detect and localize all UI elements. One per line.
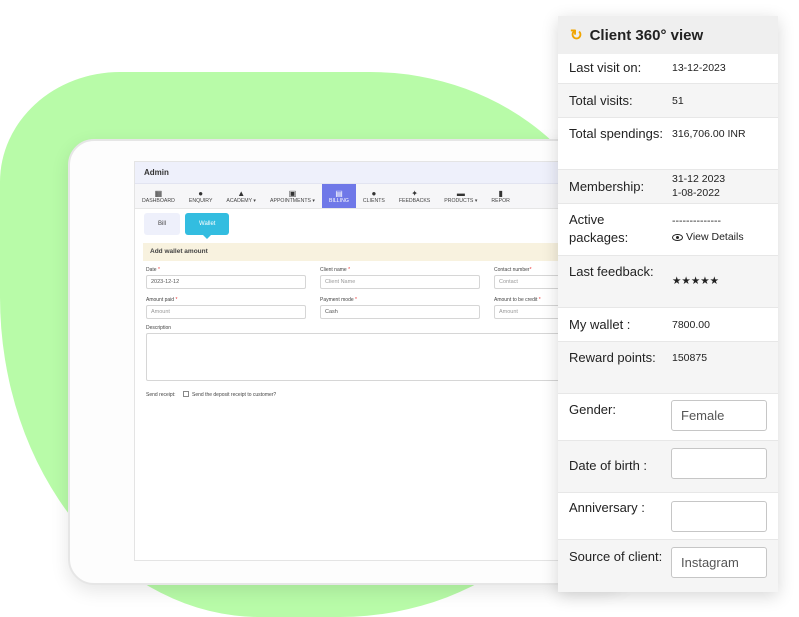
graduation-cap-icon: ▲ — [237, 188, 246, 198]
menu-label: PRODUCTS ▾ — [444, 197, 478, 204]
row-last-visit: Last visit on: 13-12-2023 — [558, 54, 778, 84]
calendar-icon: ▣ — [288, 188, 297, 198]
row-active-packages: Active packages: -------------- View Det… — [558, 204, 778, 256]
row-membership: Membership: 31-12 2023 1-08-2022 — [558, 170, 778, 204]
date-label: Date * — [146, 267, 160, 273]
amount-credit-label: Amount to be credit * — [494, 297, 541, 303]
menu-label: ENQUIRY — [188, 197, 213, 204]
admin-header: Admin — [135, 162, 603, 184]
card-header: ↻ Client 360° view — [558, 16, 778, 54]
menu-billing[interactable]: ▤ BILLING — [322, 184, 356, 208]
last-visit-label: Last visit on: — [569, 60, 642, 75]
anniversary-field[interactable] — [671, 501, 767, 532]
tab-bill[interactable]: Bill — [144, 213, 181, 235]
tab-wallet[interactable]: Wallet — [185, 213, 230, 239]
feedback-stars: ★★★★★ — [672, 275, 720, 287]
menu-enquiry[interactable]: ● ENQUIRY — [182, 184, 220, 208]
reward-points-label: Reward points: — [569, 350, 656, 365]
membership-value-1: 31-12 2023 — [672, 173, 726, 185]
menu-clients[interactable]: ● CLIENTS — [356, 184, 392, 208]
reward-points-value: 150875 — [672, 352, 708, 364]
gender-label: Gender: — [569, 402, 616, 417]
amount-paid-label: Amount paid * — [146, 297, 178, 303]
client-360-card: ↻ Client 360° view Last visit on: 13-12-… — [558, 16, 778, 592]
menu-label: REPOR — [491, 197, 510, 204]
dob-label: Date of birth : — [569, 458, 648, 473]
active-packages-value: -------------- — [672, 215, 721, 227]
feedback-icon: ✦ — [411, 188, 418, 198]
client-name-input[interactable]: Client Name — [320, 275, 480, 289]
source-field[interactable]: Instagram — [671, 547, 767, 578]
row-total-visits: Total visits: 51 — [558, 84, 778, 118]
amount-paid-input[interactable]: Amount — [146, 305, 306, 319]
menu-academy[interactable]: ▲ ACADEMY ▾ — [219, 184, 263, 208]
main-menu: ▦ DASHBOARD ● ENQUIRY ▲ ACADEMY ▾ ▣ APPOINTM… — [135, 184, 603, 209]
menu-products[interactable]: ▬ PRODUCTS ▾ — [437, 184, 484, 208]
total-spendings-value: 316,706.00 INR — [672, 128, 746, 140]
send-receipt-label: Send receipt: — [146, 392, 176, 398]
row-anniversary: Anniversary : — [558, 493, 778, 540]
anniversary-label: Anniversary : — [569, 500, 645, 515]
menu-label: DASHBOARD — [142, 197, 175, 204]
view-details-label: View Details — [686, 231, 744, 243]
source-label: Source of client: — [569, 549, 663, 564]
active-packages-label: Active packages: — [569, 212, 629, 245]
my-wallet-label: My wallet : — [569, 317, 631, 332]
billing-screen: Admin ▦ DASHBOARD ● ENQUIRY ▲ ACADEMY ▾ ▣ AP… — [134, 161, 604, 561]
menu-label: BILLING — [329, 197, 349, 204]
products-icon: ▬ — [456, 188, 465, 198]
panel-title: Add wallet amount — [143, 243, 595, 261]
last-feedback-label: Last feedback: — [569, 264, 654, 279]
row-total-spendings: Total spendings: 316,706.00 INR — [558, 118, 778, 170]
stage: Admin ▦ DASHBOARD ● ENQUIRY ▲ ACADEMY ▾ ▣ AP… — [0, 0, 799, 617]
view-details-link[interactable]: View Details — [672, 230, 744, 244]
card-title: Client 360° view — [589, 26, 704, 44]
billing-subtabs: Bill Wallet — [135, 209, 603, 239]
my-wallet-value: 7800.00 — [672, 319, 710, 331]
menu-label: ACADEMY ▾ — [226, 197, 257, 204]
menu-reports[interactable]: ▮ REPOR — [484, 184, 516, 208]
receipt-icon: ▤ — [335, 188, 343, 198]
menu-appointments[interactable]: ▣ APPOINTMENTS ▾ — [263, 184, 322, 208]
gender-field[interactable]: Female — [671, 400, 767, 431]
menu-label: FEEDBACKS — [398, 197, 431, 204]
eye-icon — [672, 233, 683, 241]
description-label: Description — [146, 325, 172, 331]
row-reward-points: Reward points: 150875 — [558, 342, 778, 394]
dob-field[interactable] — [671, 448, 767, 479]
membership-value-2: 1-08-2022 — [672, 187, 720, 199]
menu-dashboard[interactable]: ▦ DASHBOARD — [135, 184, 182, 208]
row-gender: Gender: Female — [558, 394, 778, 441]
payment-mode-select[interactable]: Cash — [320, 305, 480, 319]
row-my-wallet: My wallet : 7800.00 — [558, 308, 778, 342]
row-last-feedback: Last feedback: ★★★★★ — [558, 256, 778, 308]
total-spendings-label: Total spendings: — [569, 126, 663, 141]
wallet-form: Date * 2023-12-12 Client name * Client N… — [135, 261, 603, 421]
total-visits-label: Total visits: — [569, 93, 633, 108]
row-dob: Date of birth : — [558, 441, 778, 493]
menu-feedbacks[interactable]: ✦ FEEDBACKS — [392, 184, 437, 208]
client-name-label: Client name * — [320, 267, 351, 273]
reports-icon: ▮ — [498, 188, 503, 198]
date-input[interactable]: 2023-12-12 — [146, 275, 306, 289]
refresh-icon[interactable]: ↻ — [570, 26, 583, 44]
send-receipt-checkbox[interactable] — [183, 391, 189, 397]
row-source: Source of client: Instagram — [558, 540, 778, 592]
contact-label: Contact number* — [494, 267, 532, 273]
info-icon: ● — [198, 188, 204, 198]
payment-mode-label: Payment mode * — [320, 297, 357, 303]
last-visit-value: 13-12-2023 — [672, 62, 726, 74]
users-icon: ● — [371, 188, 377, 198]
description-textarea[interactable] — [146, 333, 603, 381]
total-visits-value: 51 — [672, 95, 684, 107]
menu-label: APPOINTMENTS ▾ — [270, 197, 316, 204]
membership-label: Membership: — [569, 179, 645, 194]
send-receipt-option: Send the deposit receipt to customer? — [192, 392, 277, 398]
menu-label: CLIENTS — [362, 197, 385, 204]
dashboard-icon: ▦ — [154, 188, 163, 198]
